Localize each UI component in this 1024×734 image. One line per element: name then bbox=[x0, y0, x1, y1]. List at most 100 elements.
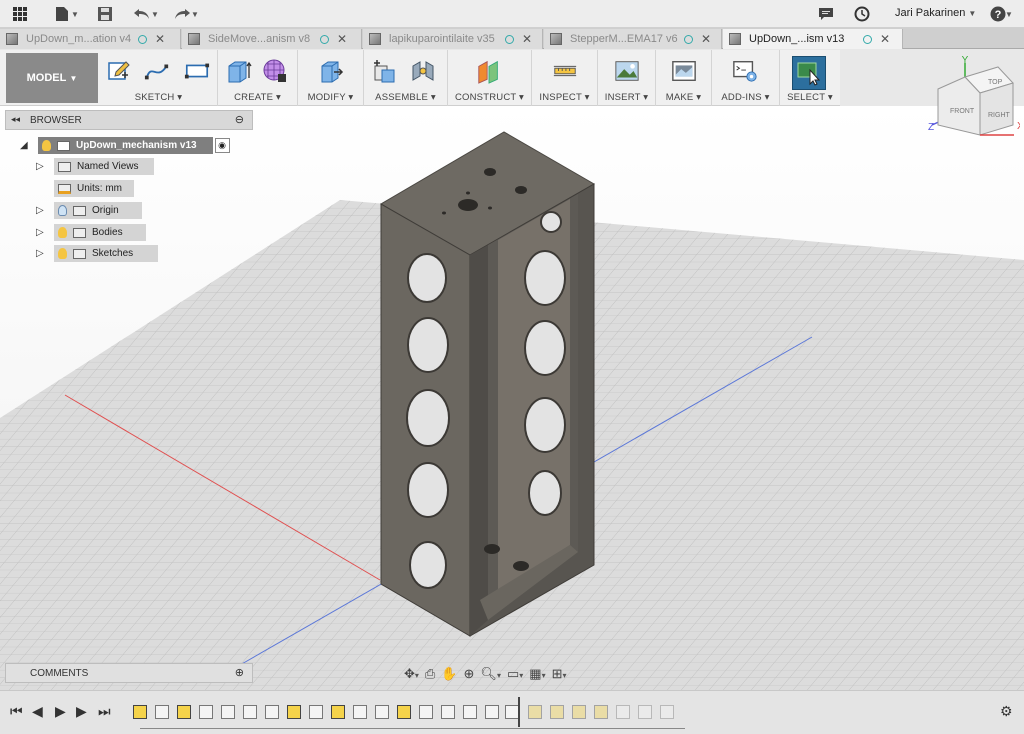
offset-plane-icon[interactable] bbox=[476, 58, 502, 84]
close-icon[interactable]: ✕ bbox=[701, 32, 711, 46]
browser-item-units[interactable]: Units: mm bbox=[54, 180, 134, 197]
insert-group[interactable]: INSERT ▾ bbox=[598, 50, 656, 106]
go-to-start-icon[interactable]: ⏮ bbox=[10, 703, 23, 720]
step-forward-icon[interactable]: ▶ bbox=[76, 703, 87, 720]
inspect-group[interactable]: INSPECT ▾ bbox=[532, 50, 598, 106]
rectangle-icon[interactable] bbox=[184, 58, 210, 84]
pan-icon[interactable]: ✋ bbox=[441, 666, 457, 682]
look-at-icon[interactable]: ⎙ bbox=[425, 666, 435, 682]
timeline-feature[interactable] bbox=[485, 705, 499, 719]
browser-item-named-views[interactable]: ▷ Named Views bbox=[36, 158, 154, 175]
create-group[interactable]: CREATE ▾ bbox=[218, 50, 298, 106]
timeline-feature[interactable] bbox=[221, 705, 235, 719]
grid-icon[interactable] bbox=[10, 4, 30, 24]
fit-icon[interactable]: 🔍︎▾ bbox=[480, 666, 501, 682]
timeline-feature-suppressed[interactable] bbox=[638, 705, 652, 719]
sketch-group[interactable]: SKETCH ▾ bbox=[100, 50, 218, 106]
timeline-feature[interactable] bbox=[397, 705, 411, 719]
timeline-feature[interactable] bbox=[441, 705, 455, 719]
expand-triangle-icon[interactable]: ▷ bbox=[36, 161, 48, 172]
tab-document-active[interactable]: UpDown_...ism v13 ✕ bbox=[723, 29, 903, 49]
view-cube-front-face[interactable] bbox=[937, 76, 981, 136]
updown-mechanism-model[interactable] bbox=[380, 131, 596, 637]
spline-icon[interactable] bbox=[144, 58, 170, 84]
create-sketch-icon[interactable] bbox=[106, 58, 132, 84]
modify-group[interactable]: MODIFY ▾ bbox=[298, 50, 364, 106]
timeline-feature[interactable] bbox=[199, 705, 213, 719]
browser-panel-header[interactable]: ◂◂ BROWSER ⊖ bbox=[5, 110, 253, 130]
add-comment-icon[interactable]: ⊕ bbox=[235, 666, 244, 679]
close-icon[interactable]: ✕ bbox=[155, 32, 165, 46]
timeline-marker[interactable] bbox=[518, 697, 520, 727]
view-cube[interactable]: Y Z TOP FRONT RIGHT X bbox=[920, 55, 1020, 145]
timeline-feature-suppressed[interactable] bbox=[528, 705, 542, 719]
timeline-feature[interactable] bbox=[265, 705, 279, 719]
comment-icon[interactable] bbox=[816, 4, 836, 24]
settings-gear-icon[interactable]: ⚙ bbox=[1000, 703, 1013, 720]
timeline-feature[interactable] bbox=[353, 705, 367, 719]
assemble-group[interactable]: ASSEMBLE ▾ bbox=[364, 50, 448, 106]
help-caret-icon[interactable]: ▼ bbox=[1004, 4, 1014, 24]
step-back-icon[interactable]: ◀ bbox=[32, 703, 43, 720]
make-group[interactable]: MAKE ▾ bbox=[656, 50, 712, 106]
construct-group[interactable]: CONSTRUCT ▾ bbox=[448, 50, 532, 106]
add-ins-group[interactable]: ADD-INS ▾ bbox=[712, 50, 780, 106]
visibility-bulb-icon[interactable] bbox=[58, 248, 67, 259]
insert-image-icon[interactable] bbox=[614, 58, 640, 84]
display-settings-icon[interactable]: ▭▾ bbox=[507, 666, 523, 682]
zoom-icon[interactable]: ⊕ bbox=[464, 666, 475, 682]
browser-item-origin[interactable]: ▷ Origin bbox=[36, 202, 142, 219]
timeline-feature[interactable] bbox=[155, 705, 169, 719]
file-icon[interactable] bbox=[52, 4, 72, 24]
expand-triangle-icon[interactable]: ▷ bbox=[36, 205, 48, 216]
viewports-icon[interactable]: ⊞▾ bbox=[552, 666, 567, 682]
workspace-mode-button[interactable]: MODEL ▼ bbox=[6, 53, 98, 103]
timeline-feature-suppressed[interactable] bbox=[616, 705, 630, 719]
visibility-bulb-icon[interactable] bbox=[58, 205, 67, 216]
undo-icon[interactable] bbox=[132, 4, 152, 24]
select-icon[interactable] bbox=[792, 56, 826, 90]
tab-document-3[interactable]: lapikuparointilaite v35 ✕ bbox=[363, 29, 543, 49]
timeline-feature[interactable] bbox=[177, 705, 191, 719]
press-pull-icon[interactable] bbox=[318, 58, 344, 84]
3d-viewport[interactable] bbox=[0, 106, 1024, 690]
browser-root-item[interactable]: ◢ UpDown_mechanism v13 ◉ bbox=[20, 137, 230, 154]
redo-caret-icon[interactable]: ▼ bbox=[190, 4, 200, 24]
visibility-bulb-icon[interactable] bbox=[42, 140, 51, 151]
timeline-feature[interactable] bbox=[331, 705, 345, 719]
orbit-icon[interactable]: ✥▾ bbox=[404, 666, 419, 682]
go-to-end-icon[interactable]: ⏭ bbox=[98, 703, 111, 720]
collapse-icon[interactable]: ◂◂ bbox=[11, 114, 20, 125]
timeline-feature-suppressed[interactable] bbox=[594, 705, 608, 719]
tab-document-2[interactable]: SideMove...anism v8 ✕ bbox=[182, 29, 362, 49]
timeline-feature[interactable] bbox=[309, 705, 323, 719]
3d-print-icon[interactable] bbox=[671, 58, 697, 84]
timeline-feature[interactable] bbox=[133, 705, 147, 719]
browser-item-sketches[interactable]: ▷ Sketches bbox=[36, 245, 158, 262]
collapse-triangle-icon[interactable]: ◢ bbox=[20, 140, 32, 151]
extrude-icon[interactable] bbox=[226, 58, 252, 84]
play-icon[interactable]: ▶ bbox=[55, 703, 66, 720]
browser-item-bodies[interactable]: ▷ Bodies bbox=[36, 224, 146, 241]
visibility-bulb-icon[interactable] bbox=[58, 227, 67, 238]
timeline-feature-suppressed[interactable] bbox=[572, 705, 586, 719]
timeline-feature[interactable] bbox=[505, 705, 519, 719]
comments-panel[interactable]: COMMENTS ⊕ bbox=[5, 663, 253, 683]
user-menu[interactable]: Jari Pakarinen ▼ bbox=[895, 7, 976, 19]
root-component-node[interactable]: UpDown_mechanism v13 bbox=[38, 137, 213, 154]
expand-triangle-icon[interactable]: ▷ bbox=[36, 248, 48, 259]
timeline-feature[interactable] bbox=[243, 705, 257, 719]
timeline-feature[interactable] bbox=[375, 705, 389, 719]
timeline-feature[interactable] bbox=[419, 705, 433, 719]
redo-icon[interactable] bbox=[172, 4, 192, 24]
timeline-feature-suppressed[interactable] bbox=[550, 705, 564, 719]
tab-document-1[interactable]: UpDown_m...ation v4 ✕ bbox=[0, 29, 181, 49]
save-icon[interactable] bbox=[95, 4, 115, 24]
undo-caret-icon[interactable]: ▼ bbox=[150, 4, 160, 24]
scripts-addins-icon[interactable] bbox=[732, 58, 758, 84]
joint-icon[interactable] bbox=[410, 58, 436, 84]
select-group[interactable]: SELECT ▾ bbox=[780, 50, 840, 106]
measure-icon[interactable] bbox=[552, 58, 578, 84]
close-icon[interactable]: ✕ bbox=[880, 32, 890, 46]
timeline-feature[interactable] bbox=[463, 705, 477, 719]
